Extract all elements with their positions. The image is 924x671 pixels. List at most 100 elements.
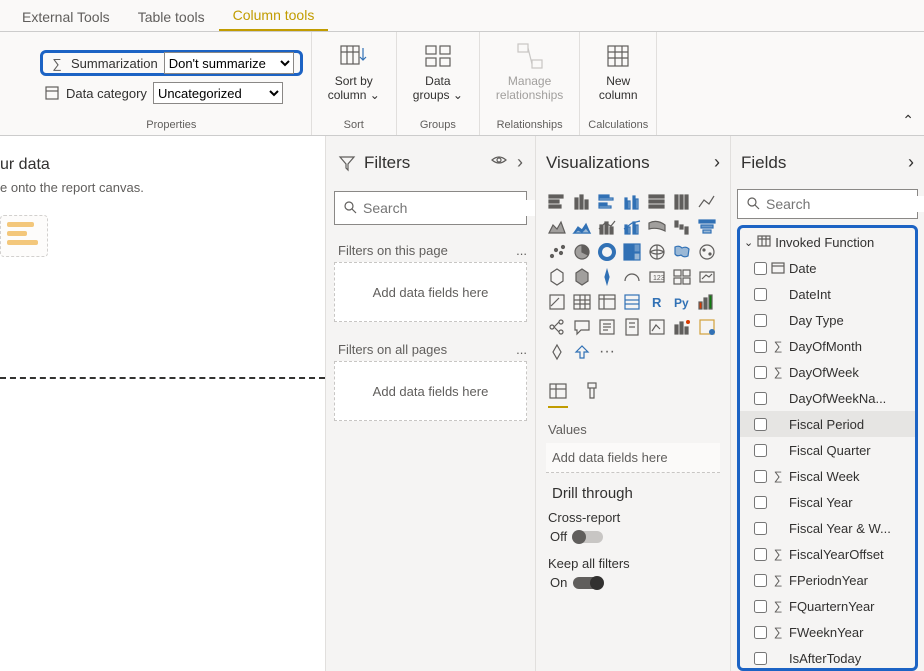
filters-on-page-drop[interactable]: Add data fields here [334,262,527,322]
field-checkbox[interactable] [754,418,767,431]
viz-decomposition[interactable] [546,316,568,338]
viz-stacked-bar[interactable] [546,191,568,213]
field-checkbox[interactable] [754,470,767,483]
field-checkbox[interactable] [754,444,767,457]
cross-report-toggle[interactable]: Off [550,529,716,544]
viz-stacked-column[interactable] [571,191,593,213]
filters-search[interactable] [334,191,527,225]
manage-relationships-button[interactable]: Managerelationships [488,36,571,107]
field-checkbox[interactable] [754,626,767,639]
collapse-ribbon-icon[interactable]: ⌃ [902,112,914,129]
field-checkbox[interactable] [754,366,767,379]
viz-line[interactable] [696,191,718,213]
viz-ellipsis[interactable]: ··· [596,341,618,363]
viz-qa[interactable] [571,316,593,338]
viz-arcgis-map[interactable] [596,266,618,288]
field-item[interactable]: Fiscal Quarter [740,437,915,463]
chevron-right-icon[interactable]: › [517,152,523,173]
field-checkbox[interactable] [754,652,767,665]
fields-search-input[interactable] [766,196,924,212]
values-drop[interactable]: Add data fields here [546,443,720,473]
field-item[interactable]: DateInt [740,281,915,307]
format-tab-icon[interactable] [582,381,602,408]
more-icon[interactable]: ... [516,342,527,357]
field-item[interactable]: ∑FQuarternYear [740,593,915,619]
field-checkbox[interactable] [754,340,767,353]
filters-on-all-drop[interactable]: Add data fields here [334,361,527,421]
viz-power-apps[interactable] [646,316,668,338]
field-checkbox[interactable] [754,600,767,613]
fields-tab-icon[interactable] [548,381,568,408]
summarization-select[interactable]: Don't summarize [164,52,294,74]
viz-python[interactable]: Py [671,291,693,313]
field-item[interactable]: Day Type [740,307,915,333]
field-checkbox[interactable] [754,574,767,587]
field-item[interactable]: ∑Fiscal Week [740,463,915,489]
field-item[interactable]: ∑FWeeknYear [740,619,915,645]
viz-line-stacked-column[interactable] [596,216,618,238]
field-item[interactable]: Fiscal Year & W... [740,515,915,541]
viz-scatter[interactable] [546,241,568,263]
field-item[interactable]: Date [740,255,915,281]
field-checkbox[interactable] [754,288,767,301]
field-checkbox[interactable] [754,314,767,327]
viz-table[interactable] [571,291,593,313]
data-groups-button[interactable]: Datagroups ⌄ [405,36,471,107]
field-item[interactable]: DayOfWeekNa... [740,385,915,411]
eye-icon[interactable] [491,152,507,173]
tab-external-tools[interactable]: External Tools [8,3,124,31]
viz-more-2[interactable] [571,341,593,363]
viz-ribbon[interactable] [646,216,668,238]
viz-goals[interactable] [621,316,643,338]
field-checkbox[interactable] [754,262,767,275]
field-item[interactable]: ∑DayOfWeek [740,359,915,385]
field-checkbox[interactable] [754,392,767,405]
viz-key-influencers[interactable] [696,291,718,313]
viz-shape-map[interactable] [696,241,718,263]
viz-treemap[interactable] [621,241,643,263]
viz-area[interactable] [546,216,568,238]
viz-gauge[interactable] [571,266,593,288]
fields-search[interactable] [737,189,918,219]
report-canvas[interactable]: ur data e onto the report canvas. [0,136,325,671]
viz-line-clustered-column[interactable] [621,216,643,238]
viz-pie[interactable] [571,241,593,263]
viz-kpi[interactable] [696,266,718,288]
field-item[interactable]: Fiscal Period [740,411,915,437]
more-icon[interactable]: ... [516,243,527,258]
viz-donut[interactable] [596,241,618,263]
viz-r[interactable]: R [646,291,668,313]
viz-azure-map[interactable] [546,266,568,288]
fields-table-header[interactable]: ⌄ Invoked Function [740,230,915,255]
chevron-right-icon[interactable]: › [714,152,720,173]
viz-gauge2[interactable] [621,266,643,288]
viz-matrix[interactable] [596,291,618,313]
field-item[interactable]: ∑DayOfMonth [740,333,915,359]
field-checkbox[interactable] [754,522,767,535]
viz-funnel[interactable] [696,216,718,238]
viz-custom[interactable] [696,316,718,338]
viz-narrative[interactable] [596,316,618,338]
viz-map[interactable] [646,241,668,263]
tab-column-tools[interactable]: Column tools [219,1,329,31]
chevron-right-icon[interactable]: › [908,152,914,173]
field-item[interactable]: Fiscal Year [740,489,915,515]
field-checkbox[interactable] [754,548,767,561]
viz-paginated[interactable] [621,291,643,313]
viz-clustered-column[interactable] [621,191,643,213]
viz-stacked-area[interactable] [571,216,593,238]
viz-clustered-bar[interactable] [596,191,618,213]
viz-power-automate[interactable] [671,316,693,338]
viz-waterfall[interactable] [671,216,693,238]
data-category-select[interactable]: Uncategorized [153,82,283,104]
keep-filters-toggle[interactable]: On [550,575,716,590]
viz-slicer[interactable] [546,291,568,313]
field-item[interactable]: ∑FPeriodnYear [740,567,915,593]
tab-table-tools[interactable]: Table tools [124,3,219,31]
viz-multi-card[interactable] [671,266,693,288]
viz-filled-map[interactable] [671,241,693,263]
field-checkbox[interactable] [754,496,767,509]
viz-100-bar[interactable] [646,191,668,213]
new-column-button[interactable]: Newcolumn [591,36,646,107]
field-item[interactable]: ∑FiscalYearOffset [740,541,915,567]
